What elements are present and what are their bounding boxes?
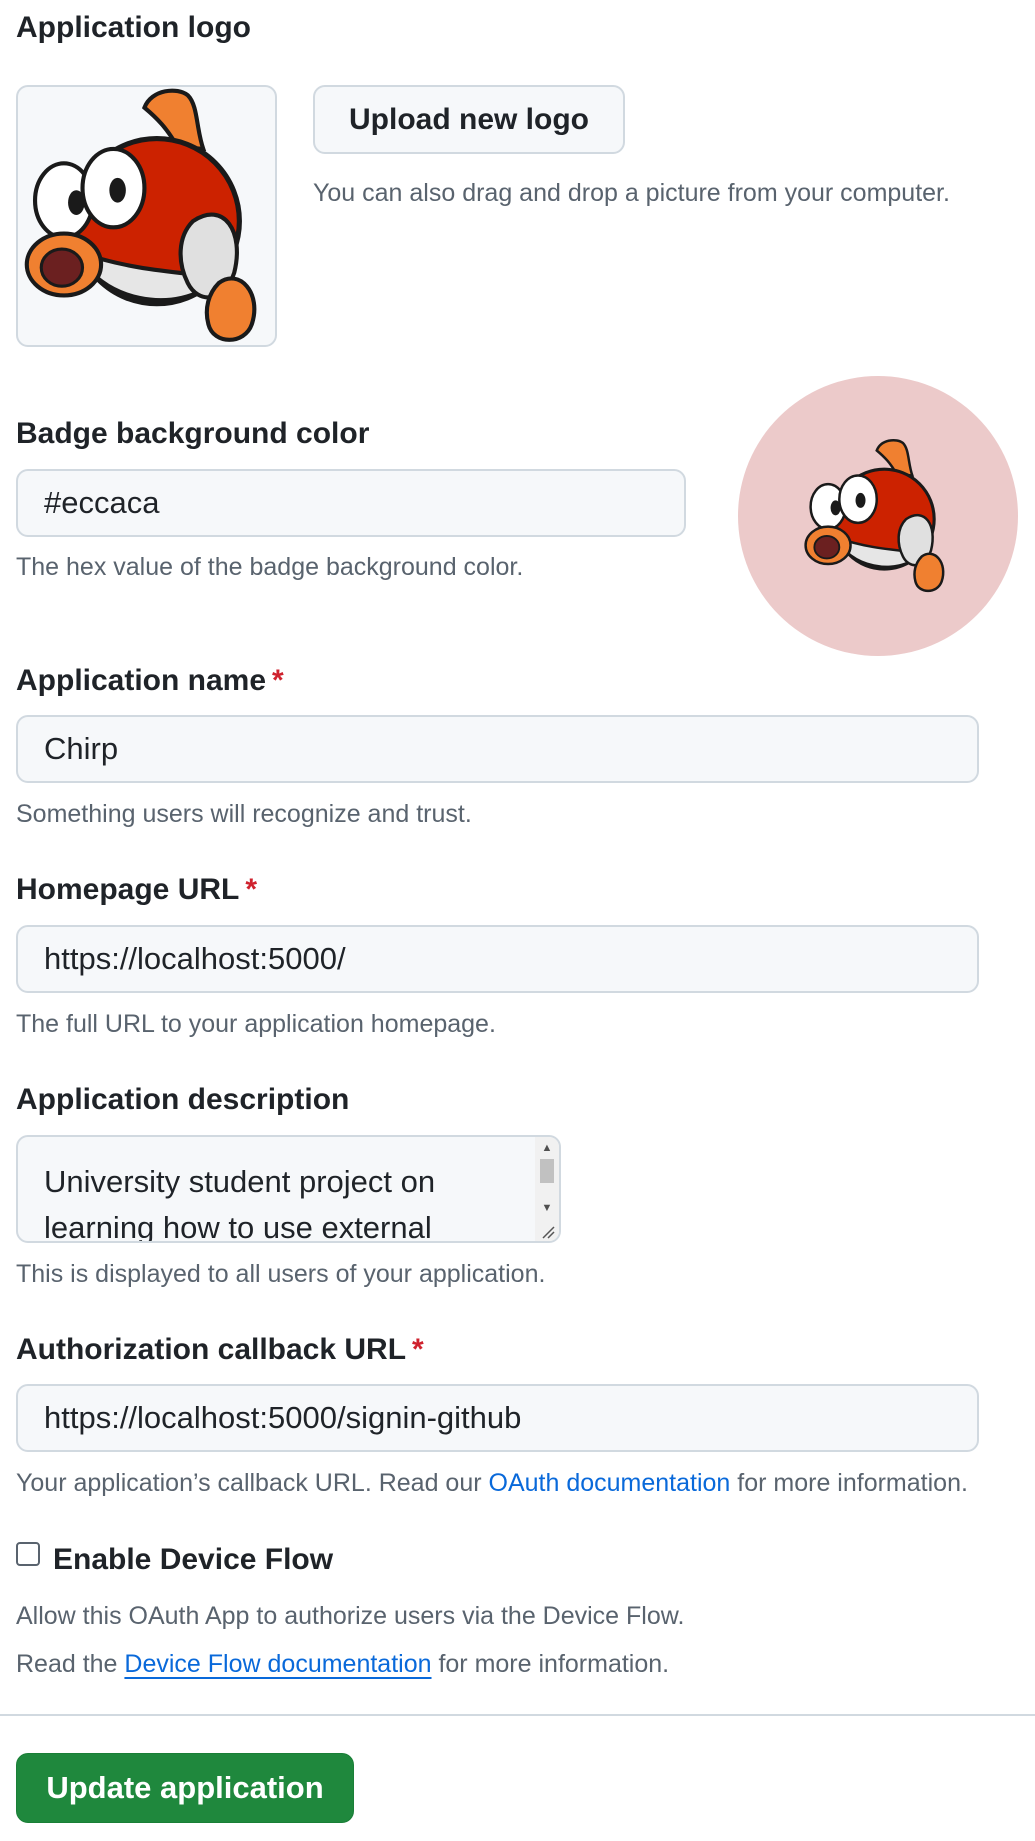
homepage-url-label: Homepage URL *: [16, 875, 257, 905]
scroll-down-arrow-icon[interactable]: ▼: [535, 1199, 559, 1217]
device-flow-hint-line2: Read the Device Flow documentation for m…: [16, 1652, 669, 1677]
form-divider: [0, 1714, 1035, 1716]
authorization-callback-url-label: Authorization callback URL *: [16, 1335, 424, 1365]
application-name-label: Application name *: [16, 666, 284, 696]
authorization-callback-url-label-text: Authorization callback URL: [16, 1333, 407, 1366]
upload-new-logo-button[interactable]: Upload new logo: [313, 85, 625, 154]
fish-mascot-icon: [18, 87, 275, 345]
device-flow-hint-line1: Allow this OAuth App to authorize users …: [16, 1602, 685, 1630]
application-description-label: Application description: [16, 1083, 350, 1116]
required-mark: *: [272, 664, 284, 697]
application-name-input[interactable]: [16, 715, 979, 783]
application-description-textarea[interactable]: University student project on learning h…: [16, 1135, 561, 1243]
logo-drag-hint: You can also drag and drop a picture fro…: [313, 179, 950, 207]
application-logo-preview[interactable]: [16, 85, 277, 347]
resize-grip-icon[interactable]: [541, 1225, 555, 1239]
fish-mascot-icon: [804, 438, 945, 593]
badge-background-color-input[interactable]: [16, 469, 686, 537]
scrollbar-thumb[interactable]: [540, 1159, 554, 1183]
callback-hint-prefix: Your application’s callback URL. Read ou…: [16, 1469, 489, 1497]
callback-url-hint: Your application’s callback URL. Read ou…: [16, 1471, 968, 1496]
required-mark: *: [412, 1333, 424, 1366]
badge-preview: [738, 376, 1018, 656]
authorization-callback-url-input[interactable]: [16, 1384, 979, 1452]
homepage-url-hint: The full URL to your application homepag…: [16, 1010, 496, 1038]
update-application-button[interactable]: Update application: [16, 1753, 354, 1823]
application-logo-label: Application logo: [16, 11, 251, 44]
oauth-documentation-link[interactable]: OAuth documentation: [489, 1469, 731, 1497]
device-flow-documentation-link[interactable]: Device Flow documentation: [124, 1650, 431, 1678]
badge-background-color-label: Badge background color: [16, 417, 370, 450]
application-name-label-text: Application name: [16, 664, 267, 697]
required-mark: *: [245, 873, 258, 906]
callback-hint-suffix: for more information.: [730, 1469, 968, 1497]
homepage-url-label-text: Homepage URL: [16, 873, 240, 906]
homepage-url-input[interactable]: [16, 925, 979, 993]
enable-device-flow-checkbox[interactable]: [16, 1542, 40, 1566]
enable-device-flow-label[interactable]: Enable Device Flow: [53, 1545, 333, 1575]
application-name-hint: Something users will recognize and trust…: [16, 800, 472, 828]
application-description-hint: This is displayed to all users of your a…: [16, 1260, 546, 1288]
device-flow-hint-suffix: for more information.: [431, 1650, 670, 1678]
application-description-value: University student project on learning h…: [44, 1164, 436, 1243]
scroll-up-arrow-icon[interactable]: ▲: [535, 1139, 559, 1157]
badge-background-color-hint: The hex value of the badge background co…: [16, 553, 524, 581]
device-flow-hint-prefix: Read the: [16, 1650, 125, 1678]
